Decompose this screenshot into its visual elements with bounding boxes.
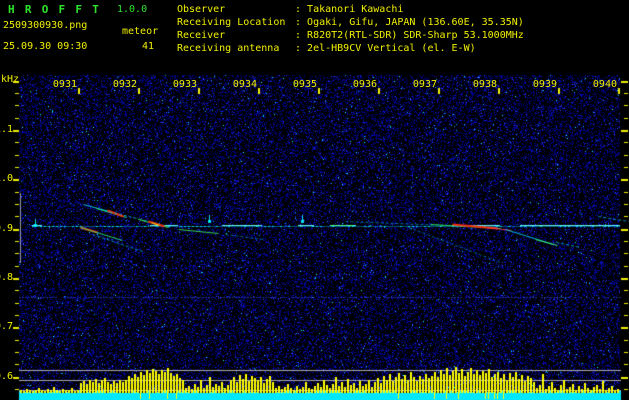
info-value: Takanori Kawachi [307,4,404,15]
info-separator: : [295,17,308,28]
hrofft-window: H R O F F T 1.0.0 2509300930.png meteor … [0,0,629,400]
filename-label: 2509300930.png [3,20,88,31]
info-row-location: Receiving Location: Ogaki, Gifu, JAPAN (… [177,17,524,28]
datetime-label: 25.09.30 09:30 [3,41,88,52]
version-label: 1.0.0 [117,4,148,15]
info-label: Receiving Location [177,17,286,28]
info-value: R820T2(RTL-SDR) SDR-Sharp 53.1000MHz [307,30,524,41]
info-value: 2el-HB9CV Vertical (el. E-W) [307,43,476,54]
info-separator: : [295,30,308,41]
info-separator: : [295,43,308,54]
info-separator: : [295,4,308,15]
spectrogram-canvas [0,0,629,400]
info-row-receiver: Receiver: R820T2(RTL-SDR) SDR-Sharp 53.1… [177,30,524,41]
mode-label: meteor [122,26,159,37]
info-label: Observer [177,4,226,15]
info-value: Ogaki, Gifu, JAPAN (136.60E, 35.35N) [307,17,524,28]
info-label: Receiver [177,30,226,41]
info-label: Receiving antenna [177,43,280,54]
app-title: H R O F F T [8,3,101,16]
echo-count: 41 [142,41,155,52]
info-row-antenna: Receiving antenna: 2el-HB9CV Vertical (e… [177,43,476,54]
info-row-observer: Observer: Takanori Kawachi [177,4,403,15]
